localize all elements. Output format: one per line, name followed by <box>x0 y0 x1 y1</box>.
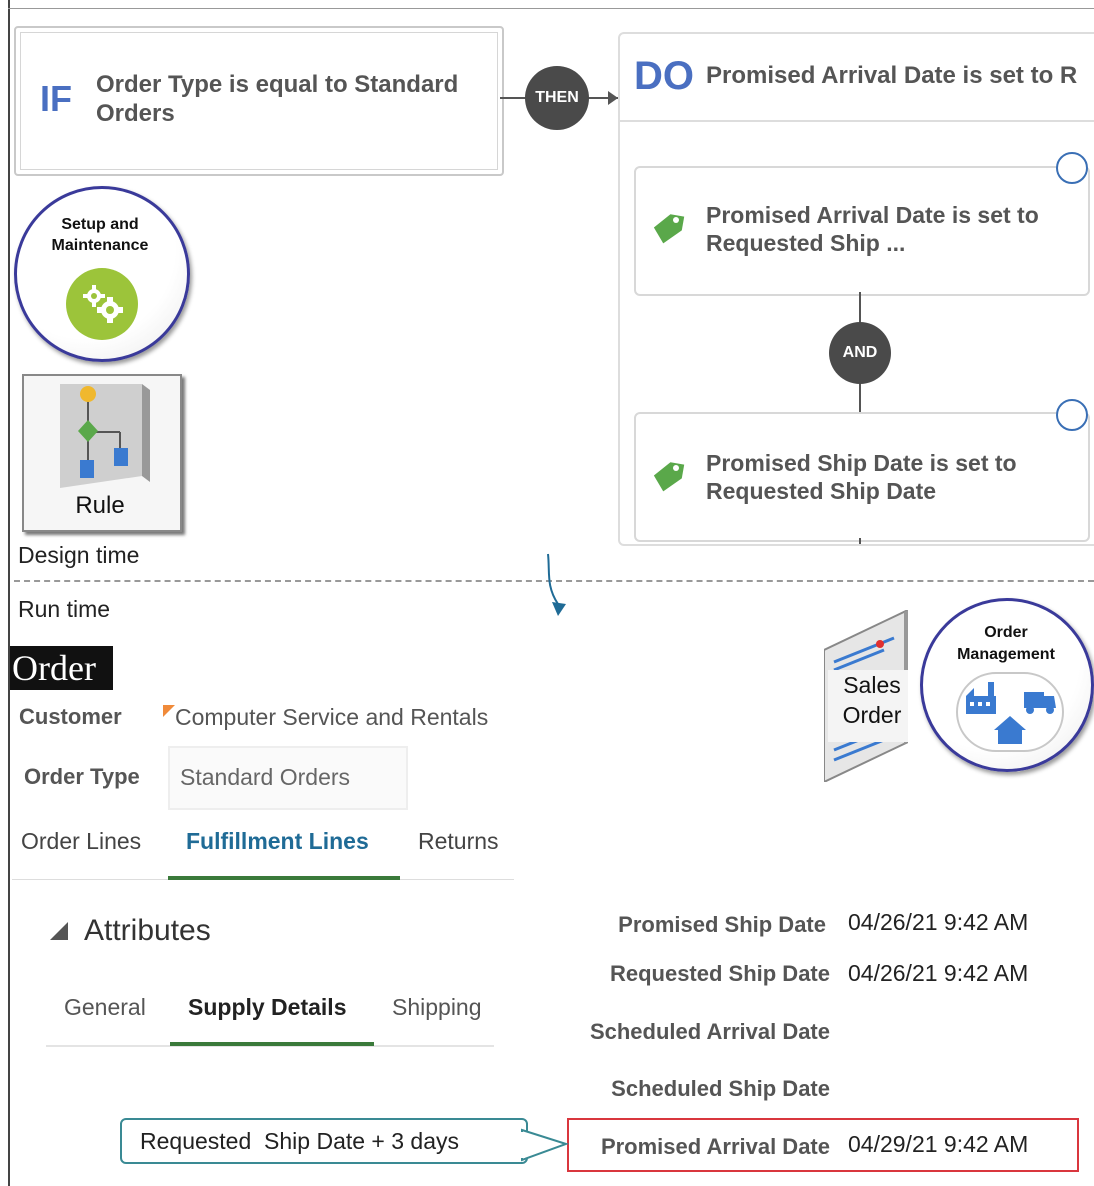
customer-label: Customer <box>19 704 122 729</box>
tab-returns[interactable]: Returns <box>418 828 499 855</box>
frame-top-border <box>8 8 1094 9</box>
active-subtab-indicator <box>170 1042 374 1046</box>
tag-icon <box>653 214 685 244</box>
promised-ship-date-value: 04/26/21 9:42 AM <box>848 909 1029 935</box>
do-summary-text: Promised Arrival Date is set to R <box>706 62 1078 89</box>
requested-ship-date-label: Requested Ship Date <box>609 961 830 986</box>
scheduled-ship-date-label: Scheduled Ship Date <box>611 1076 830 1101</box>
promised-ship-date-label: Promised Ship Date <box>618 912 826 937</box>
tag-icon <box>653 462 685 492</box>
rule-flow-icon <box>60 384 150 488</box>
tab-fulfillment-lines[interactable]: Fulfillment Lines <box>186 828 369 855</box>
attributes-heading: Attributes <box>84 914 211 947</box>
if-condition-text: Order Type is equal to Standard Orders <box>96 71 459 127</box>
subtab-shipping[interactable]: Shipping <box>392 994 482 1021</box>
flow-arrow-icon <box>547 553 566 616</box>
sales-order-label-line2: Order <box>842 702 902 728</box>
gear-icon <box>66 268 138 340</box>
subtab-general[interactable]: General <box>64 994 146 1021</box>
callout-pointer <box>520 1128 570 1162</box>
order-management-icon-well <box>956 672 1064 752</box>
required-flag-icon <box>163 705 175 717</box>
promised-arrival-date-value: 04/29/21 9:42 AM <box>848 1131 1029 1157</box>
rule-label: Rule <box>75 492 125 519</box>
action-text-promised-ship: Promised Ship Date is set to Requested S… <box>706 450 1017 504</box>
run-time-label: Run time <box>18 596 111 622</box>
then-badge: THEN <box>525 66 589 130</box>
setup-label: Setup and Maintenance <box>51 216 149 254</box>
order-management-label: Order Management <box>957 624 1055 663</box>
subtab-supply-details[interactable]: Supply Details <box>188 994 346 1021</box>
scheduled-arrival-date-label: Scheduled Arrival Date <box>589 1019 830 1044</box>
design-time-label: Design time <box>18 542 140 568</box>
do-keyword: DO <box>634 54 694 98</box>
if-keyword: IF <box>40 78 72 119</box>
collapse-triangle-icon[interactable] <box>50 922 68 940</box>
frame-left-border <box>8 0 10 1186</box>
select-radio-icon[interactable] <box>1056 152 1088 184</box>
sales-order-label: Sales Order <box>826 670 918 730</box>
callout-text: Requested Ship Date + 3 days <box>140 1128 460 1154</box>
and-badge: AND <box>829 322 891 384</box>
customer-value[interactable]: Computer Service and Rentals <box>175 704 488 731</box>
then-arrow-icon <box>608 91 618 105</box>
do-header-divider <box>620 120 1094 122</box>
promised-arrival-date-label: Promised Arrival Date <box>600 1134 830 1159</box>
connector-stub <box>859 538 861 544</box>
order-type-label: Order Type <box>24 764 140 789</box>
active-tab-indicator <box>168 876 400 880</box>
sales-order-label-line1: Sales <box>843 672 901 698</box>
order-title: Order <box>10 646 113 690</box>
factory-truck-house-icon <box>966 682 1056 744</box>
requested-ship-date-value: 04/26/21 9:42 AM <box>848 960 1029 986</box>
tab-order-lines[interactable]: Order Lines <box>21 828 141 855</box>
order-type-value: Standard Orders <box>180 764 351 790</box>
action-text-promised-arrival: Promised Arrival Date is set to Requeste… <box>706 202 1039 256</box>
select-radio-icon[interactable] <box>1056 399 1088 431</box>
